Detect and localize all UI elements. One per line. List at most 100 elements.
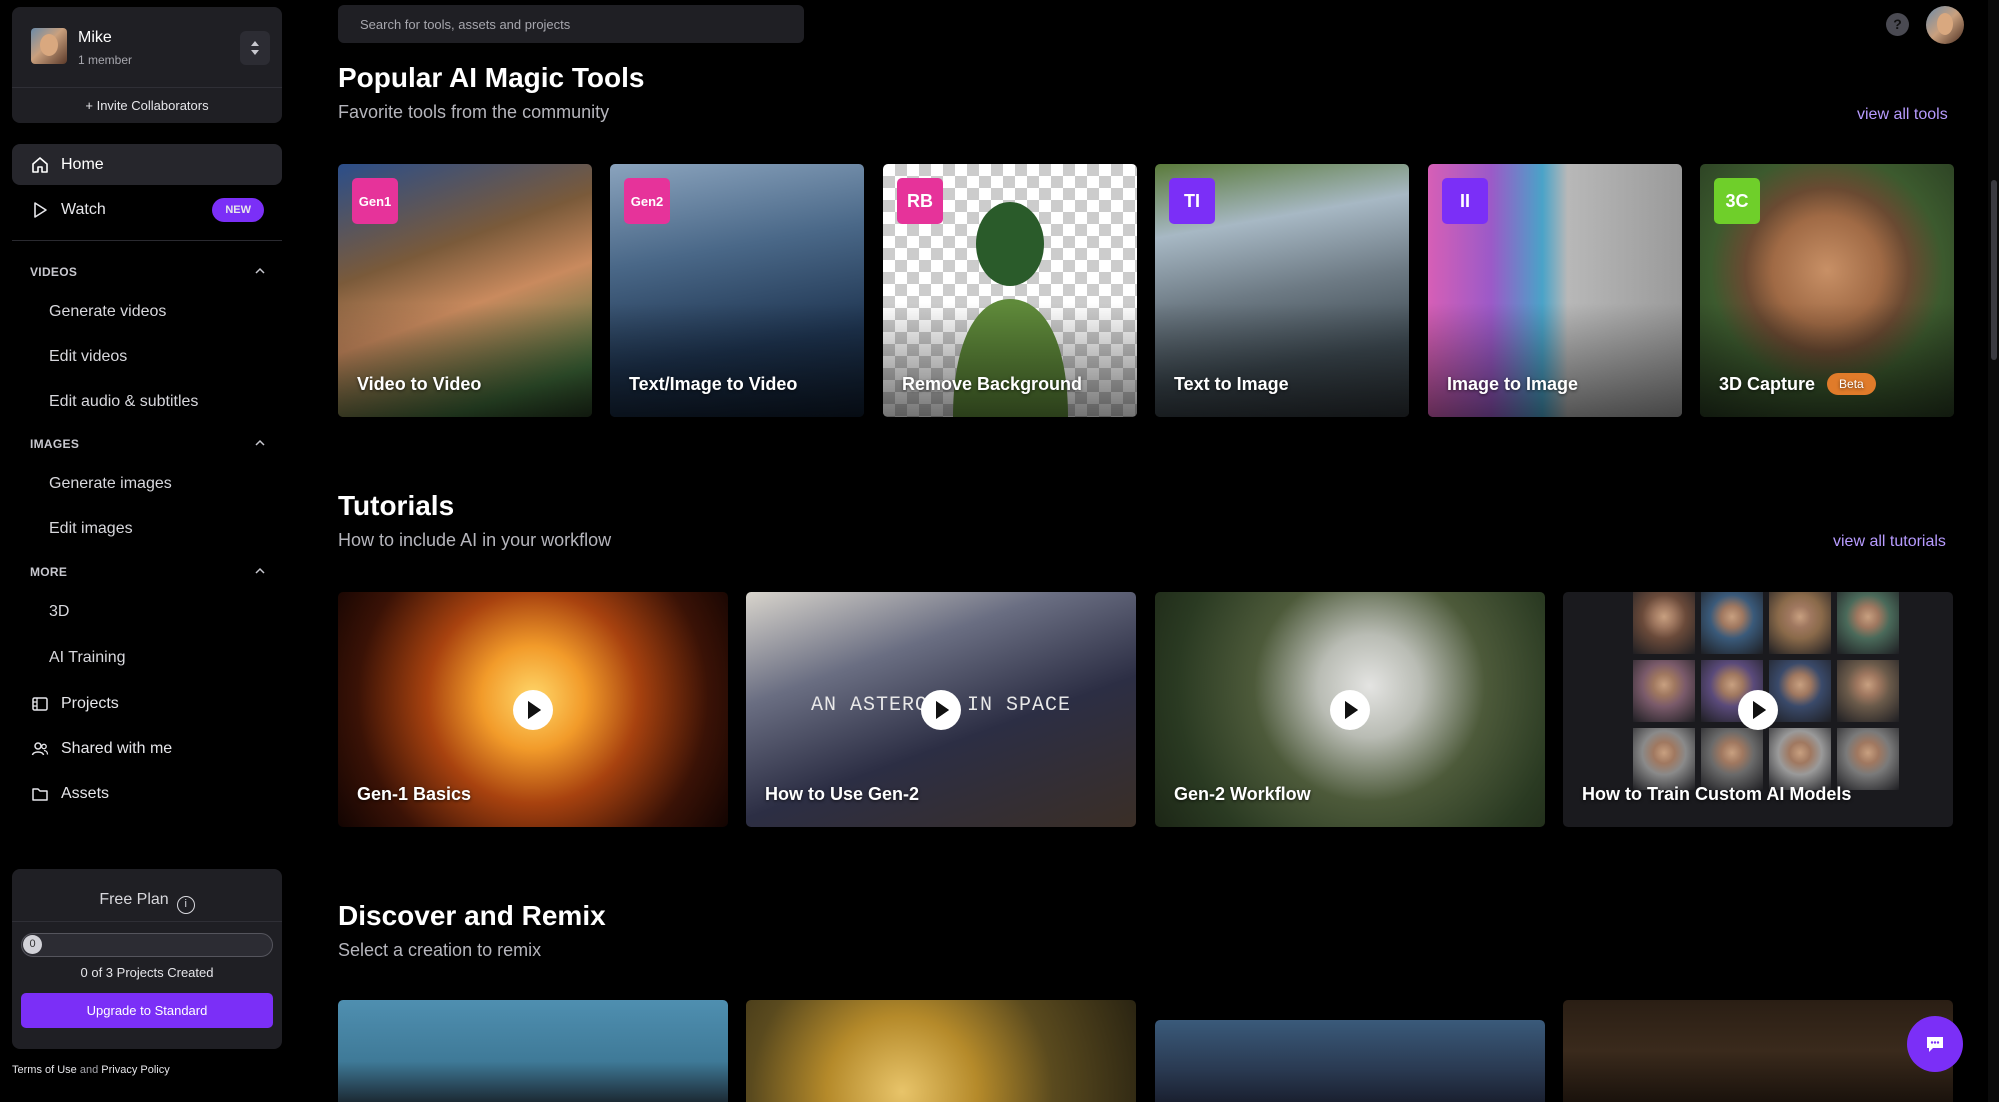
nav-projects[interactable]: Projects — [12, 683, 282, 724]
beta-badge: Beta — [1827, 373, 1876, 395]
section-images-header[interactable]: IMAGES — [30, 437, 266, 451]
sidebar-divider — [12, 240, 282, 241]
team-member-count: 1 member — [78, 53, 133, 67]
remix-card[interactable] — [1155, 1020, 1545, 1102]
portrait-thumbnail — [1837, 660, 1899, 722]
progress-value: 0 — [23, 935, 42, 954]
play-button[interactable] — [1738, 689, 1778, 730]
home-icon — [32, 156, 48, 173]
portrait-thumbnail — [1769, 592, 1831, 654]
info-icon[interactable]: i — [176, 896, 195, 914]
tool-badge: RB — [897, 178, 943, 224]
projects-count: 0 of 3 Projects Created — [80, 965, 214, 980]
tool-card-video-to-video[interactable]: Gen1 Video to Video — [338, 164, 592, 417]
section-images-label: IMAGES — [30, 437, 80, 451]
tool-badge: 3C — [1714, 178, 1760, 224]
section-more-header[interactable]: MORE — [30, 565, 266, 579]
upgrade-button[interactable]: Upgrade to Standard — [21, 993, 273, 1028]
invite-collaborators-button[interactable]: + Invite Collaborators — [12, 87, 282, 123]
play-button[interactable] — [1330, 689, 1370, 730]
legal-and: and — [79, 1064, 99, 1076]
tool-label: 3D Capture — [1719, 373, 1816, 394]
nav-watch-label: Watch — [61, 200, 106, 218]
plan-divider — [12, 921, 282, 922]
card-shade — [1700, 303, 1954, 417]
play-icon — [1345, 700, 1358, 719]
play-button[interactable] — [921, 689, 961, 730]
sidebar-item-edit-audio[interactable]: Edit audio & subtitles — [49, 393, 198, 411]
tutorial-card-gen1-basics[interactable]: Gen-1 Basics — [338, 592, 728, 827]
tutorial-card-gen2-workflow[interactable]: Gen-2 Workflow — [1155, 592, 1545, 827]
section-more-label: MORE — [30, 565, 68, 579]
view-all-tutorials-link[interactable]: view all tutorials — [1833, 533, 1946, 551]
tool-label: Image to Image — [1447, 374, 1579, 394]
nav-shared[interactable]: Shared with me — [12, 728, 282, 769]
tool-label: Video to Video — [357, 374, 482, 394]
remix-card[interactable] — [338, 1000, 728, 1102]
tutorial-label: Gen-1 Basics — [357, 784, 472, 804]
tutorials-section-title: Tutorials — [338, 490, 455, 521]
new-badge: NEW — [212, 198, 264, 222]
scrollbar-thumb[interactable] — [1991, 180, 1997, 360]
team-switcher-button[interactable] — [240, 31, 270, 65]
tutorial-card-how-to-use-gen2[interactable]: AN ASTEROID IN SPACE How to Use Gen-2 — [746, 592, 1136, 827]
card-shade — [883, 303, 1137, 417]
sidebar-item-3d[interactable]: 3D — [49, 603, 69, 621]
privacy-link[interactable]: Privacy Policy — [101, 1064, 169, 1076]
play-icon — [1753, 700, 1766, 719]
users-icon — [31, 741, 49, 755]
sidebar-item-edit-images[interactable]: Edit images — [49, 520, 133, 538]
portrait-thumbnail — [1837, 728, 1899, 790]
nav-watch[interactable]: Watch NEW — [12, 189, 282, 230]
sidebar-item-generate-images[interactable]: Generate images — [49, 475, 172, 493]
portrait-thumbnail — [1633, 728, 1695, 790]
tool-label: Text/Image to Video — [629, 374, 798, 394]
tutorial-label: How to Train Custom AI Models — [1582, 784, 1852, 804]
tool-label: Remove Background — [902, 374, 1083, 394]
tool-card-remove-background[interactable]: RB Remove Background — [883, 164, 1137, 417]
tutorial-card-train-custom-models[interactable]: How to Train Custom AI Models — [1563, 592, 1953, 827]
nav-assets[interactable]: Assets — [12, 773, 282, 814]
plan-card: Free Plan i 0 0 of 3 Projects Created Upg… — [12, 869, 282, 1049]
sidebar-item-edit-videos[interactable]: Edit videos — [49, 348, 127, 366]
remix-card[interactable] — [746, 1000, 1136, 1102]
tool-badge: Gen1 — [352, 178, 398, 224]
tutorial-label: How to Use Gen-2 — [765, 784, 920, 804]
folder-icon — [32, 787, 48, 801]
chevron-up-icon — [255, 567, 265, 574]
search-input[interactable]: Search for tools, assets and projects — [338, 5, 804, 43]
play-button[interactable] — [513, 689, 553, 730]
portrait-thumbnail — [1701, 592, 1763, 654]
tool-label: Text to Image — [1174, 374, 1289, 394]
sidebar-item-generate-videos[interactable]: Generate videos — [49, 303, 166, 321]
tutorials-section-subtitle: How to include AI in your workflow — [338, 530, 612, 550]
team-avatar[interactable] — [31, 28, 67, 64]
nav-assets-label: Assets — [61, 784, 110, 802]
scrollbar-track[interactable] — [1988, 0, 1999, 1102]
tool-card-3d-capture[interactable]: 3C 3D Capture Beta — [1700, 164, 1954, 417]
portrait-thumbnail — [1769, 660, 1831, 722]
tool-card-image-to-image[interactable]: II Image to Image — [1428, 164, 1682, 417]
tool-label-wrap: 3D Capture Beta — [1719, 373, 1876, 395]
section-videos-label: VIDEOS — [30, 265, 78, 279]
help-icon[interactable]: ? — [1886, 13, 1909, 36]
avatar[interactable] — [1926, 6, 1964, 44]
projects-progress-bar: 0 — [21, 933, 273, 957]
tool-badge: Gen2 — [624, 178, 670, 224]
nav-shared-label: Shared with me — [61, 739, 173, 757]
view-all-tools-link[interactable]: view all tools — [1857, 106, 1948, 124]
section-videos-header[interactable]: VIDEOS — [30, 265, 266, 279]
chat-support-button[interactable] — [1907, 1016, 1963, 1072]
card-shade — [338, 303, 592, 417]
nav-home[interactable]: Home — [12, 144, 282, 185]
tool-card-text-image-to-video[interactable]: Gen2 Text/Image to Video — [610, 164, 864, 417]
tool-card-text-to-image[interactable]: TI Text to Image — [1155, 164, 1409, 417]
sidebar-item-ai-training[interactable]: AI Training — [49, 649, 125, 667]
plan-title-label: Free Plan — [99, 891, 169, 908]
remix-card[interactable] — [1563, 1000, 1953, 1102]
tools-section-subtitle: Favorite tools from the community — [338, 102, 610, 122]
team-name: Mike — [78, 29, 112, 46]
sidebar: Mike 1 member + Invite Collaborators Hom… — [0, 0, 294, 1102]
terms-link[interactable]: Terms of Use — [12, 1064, 77, 1076]
play-icon — [528, 700, 541, 719]
